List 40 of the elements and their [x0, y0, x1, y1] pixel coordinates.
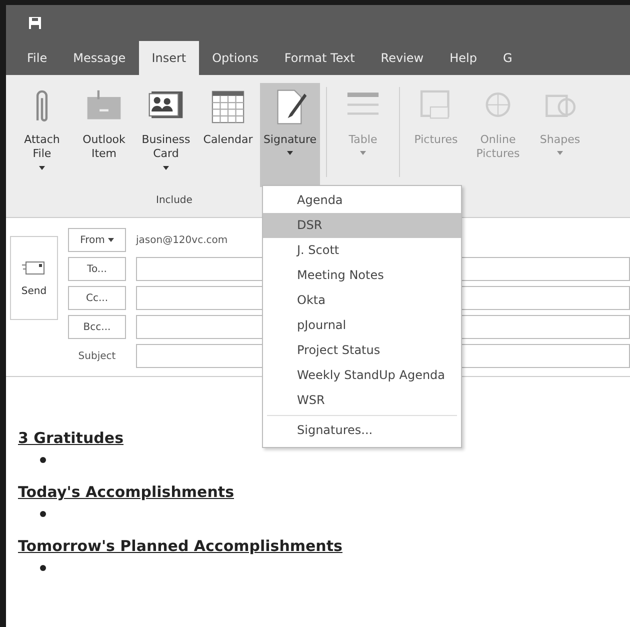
- ribbon-tab[interactable]: Options: [199, 41, 272, 75]
- from-button[interactable]: From: [68, 228, 126, 252]
- menu-item[interactable]: Okta: [263, 288, 461, 313]
- menu-item[interactable]: DSR: [263, 213, 461, 238]
- bullet-icon: [40, 457, 46, 463]
- menu-item[interactable]: J. Scott: [263, 238, 461, 263]
- send-button[interactable]: Send: [10, 236, 58, 320]
- caret-icon: [108, 238, 114, 242]
- envelope-icon: [22, 260, 46, 276]
- recipient-button[interactable]: To...: [68, 257, 126, 281]
- subject-label: Subject: [77, 350, 117, 362]
- section-heading: Today's Accomplishments: [18, 483, 234, 501]
- menu-item[interactable]: pJournal: [263, 313, 461, 338]
- recipient-button[interactable]: Cc...: [68, 286, 126, 310]
- sender-address: jason@120vc.com: [136, 234, 228, 246]
- ribbon-button[interactable]: Calendar: [198, 83, 258, 187]
- ribbon-button[interactable]: Business Card: [136, 83, 196, 187]
- bullet-icon: [40, 511, 46, 517]
- group-label: Include: [156, 195, 192, 206]
- ribbon-button[interactable]: Signature: [260, 83, 320, 187]
- ribbon-tab[interactable]: Insert: [138, 41, 200, 75]
- ribbon-tab[interactable]: Format Text: [271, 41, 368, 75]
- section-heading: Tomorrow's Planned Accomplishments: [18, 537, 342, 555]
- menu-item[interactable]: Agenda: [263, 188, 461, 213]
- menu-item[interactable]: Signatures...: [263, 418, 461, 443]
- bullet-icon: [40, 565, 46, 571]
- ribbon-tab[interactable]: Message: [60, 41, 139, 75]
- menu-item[interactable]: Project Status: [263, 338, 461, 363]
- recipient-button[interactable]: Bcc...: [68, 315, 126, 339]
- menu-item[interactable]: Meeting Notes: [263, 263, 461, 288]
- ribbon-tab[interactable]: File: [14, 41, 60, 75]
- section-heading: 3 Gratitudes: [18, 429, 124, 447]
- ribbon-tab[interactable]: Review: [368, 41, 437, 75]
- ribbon-button[interactable]: Outlook Item: [74, 83, 134, 187]
- ribbon-button[interactable]: Attach File: [12, 83, 72, 187]
- menu-item[interactable]: Weekly StandUp Agenda: [263, 363, 461, 388]
- menu-item[interactable]: WSR: [263, 388, 461, 413]
- ribbon-tab[interactable]: G: [490, 41, 526, 75]
- save-icon[interactable]: [28, 16, 42, 30]
- ribbon-tab[interactable]: Help: [436, 41, 490, 75]
